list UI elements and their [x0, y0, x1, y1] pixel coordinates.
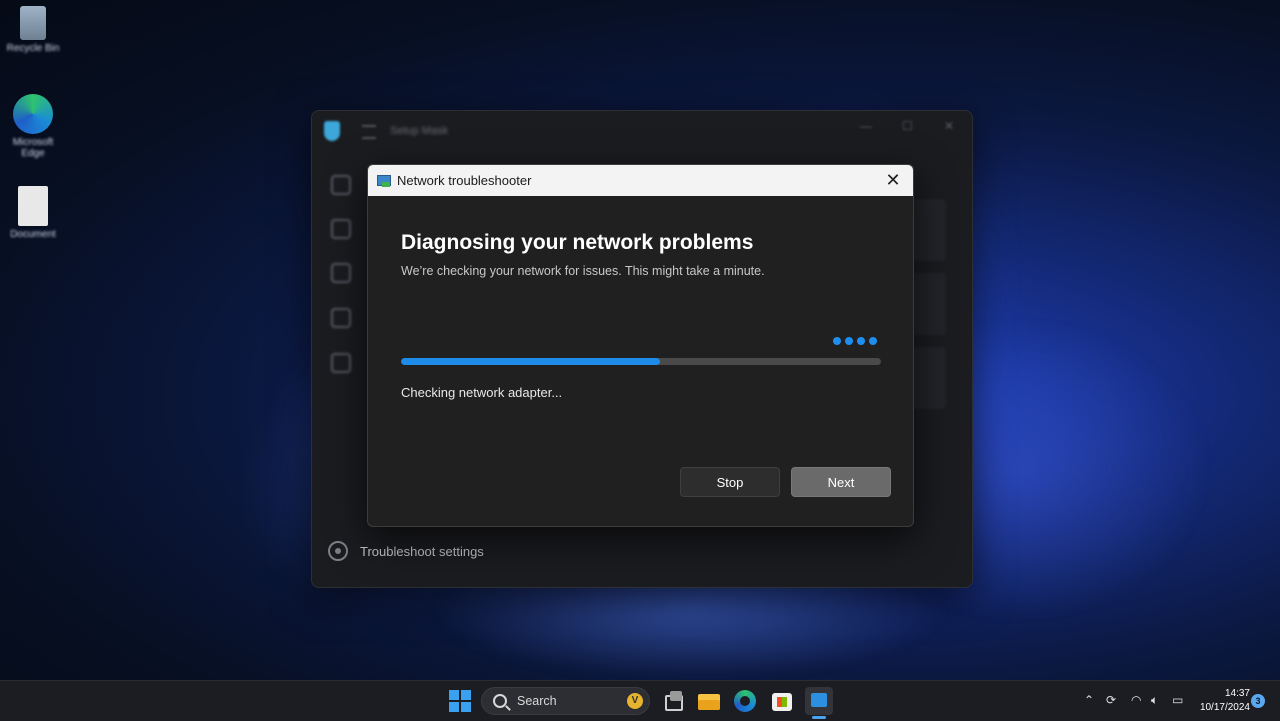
- progress-bar: [401, 358, 881, 365]
- desktop-icon-label: Microsoft Edge: [12, 137, 54, 159]
- maximize-icon[interactable]: ☐: [902, 119, 913, 133]
- edge-icon[interactable]: [732, 688, 758, 714]
- home-icon[interactable]: [331, 175, 351, 195]
- active-app-indicator: [812, 716, 826, 719]
- hamburger-menu-icon[interactable]: [362, 125, 376, 139]
- nav-icon[interactable]: [331, 353, 351, 373]
- dialog-titlebar[interactable]: Network troubleshooter ✕: [368, 165, 913, 196]
- progress-fill: [401, 358, 661, 365]
- stop-button[interactable]: Stop: [680, 467, 780, 497]
- clock-date: 10/17/2024: [1199, 702, 1250, 713]
- next-button[interactable]: Next: [791, 467, 891, 497]
- taskbar: Search V ⌃ ⟳ ◠ 🔈︎ ▭ 14:37 10/17/2024 3: [0, 680, 1280, 721]
- close-icon[interactable]: ✕: [883, 170, 903, 190]
- background-card: [912, 199, 946, 261]
- background-card: [912, 273, 946, 335]
- task-view-icon[interactable]: [661, 688, 687, 714]
- search-placeholder: Search: [517, 694, 557, 708]
- troubleshoot-settings-link[interactable]: Troubleshoot settings: [328, 541, 484, 561]
- taskbar-clock[interactable]: 14:37 10/17/2024: [1190, 687, 1250, 715]
- volume-icon[interactable]: 🔈︎: [1151, 693, 1158, 708]
- taskbar-search[interactable]: Search V: [481, 687, 650, 715]
- gear-icon: [328, 541, 348, 561]
- start-button[interactable]: [449, 690, 471, 712]
- troubleshoot-settings-label: Troubleshoot settings: [360, 543, 484, 559]
- background-card: [912, 347, 946, 409]
- minimize-icon[interactable]: —: [860, 119, 872, 133]
- dialog-heading: Diagnosing your network problems: [401, 231, 754, 254]
- desktop-icon-label: Document: [10, 229, 56, 240]
- microsoft-store-icon[interactable]: [769, 688, 795, 714]
- nav-icon[interactable]: [331, 219, 351, 239]
- battery-icon[interactable]: ▭: [1172, 693, 1183, 707]
- status-text: Checking network adapter...: [401, 385, 563, 400]
- dialog-subtitle: We’re checking your network for issues. …: [401, 264, 765, 278]
- search-highlight-icon: V: [627, 693, 643, 709]
- network-troubleshooter-icon: [377, 174, 391, 188]
- sync-icon[interactable]: ⟳: [1106, 693, 1116, 707]
- network-troubleshooter-dialog: Network troubleshooter ✕ Diagnosing your…: [367, 164, 914, 527]
- edge-icon: [13, 94, 53, 134]
- search-icon: [493, 694, 507, 708]
- active-app-icon[interactable]: [805, 687, 833, 715]
- dialog-title: Network troubleshooter: [397, 173, 532, 188]
- notification-badge[interactable]: 3: [1251, 694, 1265, 708]
- background-window-title: Setup Mask: [390, 125, 449, 137]
- wifi-icon[interactable]: ◠: [1131, 693, 1141, 707]
- shield-icon: [324, 121, 340, 141]
- nav-icon[interactable]: [331, 308, 351, 328]
- desktop-icon-document[interactable]: Document: [4, 186, 62, 240]
- nav-icon[interactable]: [331, 263, 351, 283]
- desktop-icon-recycle-bin[interactable]: Recycle Bin: [4, 6, 62, 54]
- close-icon[interactable]: ✕: [944, 119, 954, 133]
- desktop-icon-label: Recycle Bin: [6, 43, 60, 54]
- chevron-up-icon[interactable]: ⌃: [1084, 693, 1094, 707]
- desktop-icon-edge[interactable]: Microsoft Edge: [4, 94, 62, 159]
- document-icon: [18, 186, 48, 226]
- file-explorer-icon[interactable]: [696, 688, 722, 714]
- clock-time: 14:37: [1224, 688, 1250, 699]
- loading-dots: [833, 337, 877, 345]
- recycle-bin-icon: [20, 6, 46, 40]
